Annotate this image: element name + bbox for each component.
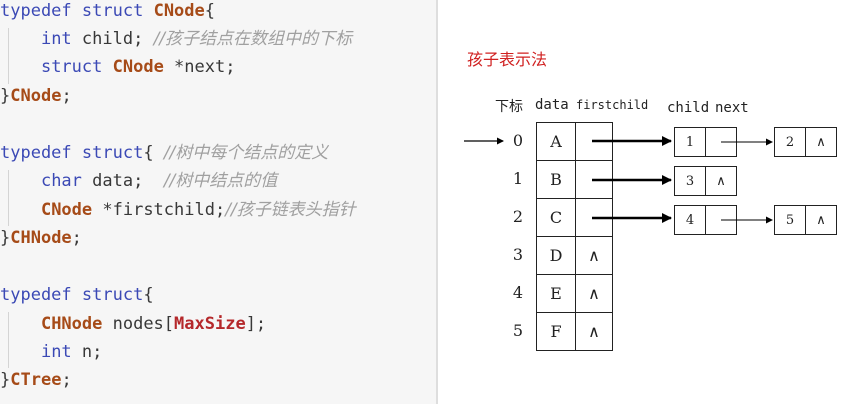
- code-comment: //树中每个结点的定义: [163, 143, 329, 163]
- keyword: char: [40, 171, 82, 191]
- keyword: struct: [81, 1, 144, 21]
- code-comment: //孩子结点在数组中的下标: [153, 29, 353, 49]
- code-line: CNode *firstchild;//孩子链表头指针: [0, 196, 436, 224]
- keyword: int: [40, 342, 72, 362]
- code-line: struct CNode *next;: [0, 53, 436, 81]
- code-line: }CTree;: [0, 370, 72, 390]
- keyword: typedef: [0, 143, 72, 163]
- field-name: n;: [71, 342, 103, 362]
- code-comment: //树中结点的值: [163, 171, 278, 191]
- field-name: nodes[: [102, 314, 175, 334]
- field-name: data;: [81, 171, 144, 191]
- bracket-close: ];: [245, 314, 267, 334]
- keyword: struct: [40, 57, 103, 77]
- code-line: int child; //孩子结点在数组中的下标: [0, 25, 436, 53]
- code-line: char data; //树中结点的值: [0, 167, 436, 195]
- code-line: typedef struct{ //树中每个结点的定义: [0, 143, 329, 163]
- keyword: typedef: [0, 285, 72, 305]
- code-panel: typedef struct CNode{ int child; //孩子结点在…: [0, 0, 438, 404]
- field-name: *firstchild;: [92, 200, 226, 220]
- type-name: CHNode: [40, 314, 103, 334]
- pointer-arrows: [464, 136, 773, 224]
- type-name: CNode: [40, 200, 93, 220]
- code-line: typedef struct{: [0, 285, 154, 305]
- code-line: }CNode;: [0, 86, 72, 106]
- keyword: typedef: [0, 1, 72, 21]
- code-line: int n;: [0, 338, 436, 366]
- field-name: child;: [71, 29, 144, 49]
- code-line: CHNode nodes[MaxSize];: [0, 310, 436, 338]
- keyword: int: [40, 29, 72, 49]
- code-comment: //孩子链表头指针: [225, 200, 356, 220]
- type-name: CHNode: [10, 228, 72, 248]
- field-name: *next;: [163, 57, 236, 77]
- keyword: struct: [81, 143, 144, 163]
- macro-name: MaxSize: [174, 314, 246, 334]
- type-name: CNode: [112, 57, 164, 77]
- keyword: struct: [81, 285, 144, 305]
- type-name: CTree: [10, 370, 62, 390]
- code-line: typedef struct CNode{: [0, 1, 216, 21]
- type-name: CNode: [10, 86, 62, 106]
- child-representation-diagram: 孩子表示法 下标 data firstchild child next 0 1 …: [440, 0, 850, 404]
- code-line: }CHNode;: [0, 228, 82, 248]
- type-name: CNode: [153, 1, 205, 21]
